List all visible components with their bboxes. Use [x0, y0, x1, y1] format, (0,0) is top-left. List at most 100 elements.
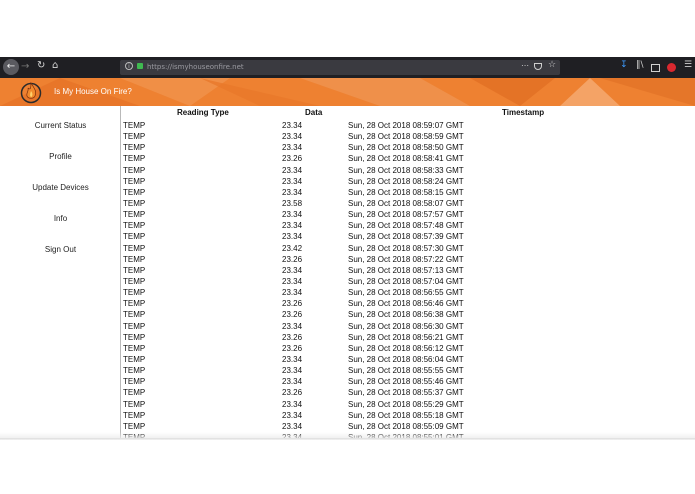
- data-value-cell: 23.34: [282, 165, 303, 175]
- timestamp-cell: Sun, 28 Oct 2018 08:55:29 GMT: [348, 399, 464, 409]
- data-value-cell: 23.26: [282, 332, 303, 342]
- reading-type-cell: TEMP: [123, 276, 146, 286]
- back-arrow-icon[interactable]: ←: [3, 59, 19, 75]
- timestamp-cell: Sun, 28 Oct 2018 08:55:37 GMT: [348, 388, 464, 398]
- reading-type-cell: TEMP: [123, 354, 146, 364]
- timestamp-cell: Sun, 28 Oct 2018 08:58:41 GMT: [348, 154, 464, 164]
- sidebar-icon[interactable]: [651, 64, 660, 72]
- timestamp-cell: Sun, 28 Oct 2018 08:57:57 GMT: [348, 210, 464, 220]
- timestamp-cell: Sun, 28 Oct 2018 08:55:46 GMT: [348, 377, 464, 387]
- site-title[interactable]: Is My House On Fire?: [54, 87, 132, 96]
- table-row: TEMP 23.34 Sun, 28 Oct 2018 08:57:48 GMT: [122, 220, 695, 231]
- table-row: TEMP 23.26 Sun, 28 Oct 2018 08:56:46 GMT: [122, 298, 695, 309]
- home-icon[interactable]: ⌂: [52, 61, 58, 71]
- timestamp-cell: Sun, 28 Oct 2018 08:57:39 GMT: [348, 232, 464, 242]
- timestamp-cell: Sun, 28 Oct 2018 08:56:38 GMT: [348, 310, 464, 320]
- reading-type-cell: TEMP: [123, 132, 146, 142]
- timestamp-cell: Sun, 28 Oct 2018 08:56:46 GMT: [348, 299, 464, 309]
- data-value-cell: 23.34: [282, 421, 303, 431]
- reading-type-cell: TEMP: [123, 154, 146, 164]
- page-actions-icon[interactable]: ⋯: [521, 61, 529, 70]
- reading-type-cell: TEMP: [123, 388, 146, 398]
- table-row: TEMP 23.34 Sun, 28 Oct 2018 08:56:55 GMT: [122, 287, 695, 298]
- data-value-cell: 23.26: [282, 299, 303, 309]
- reading-type-cell: TEMP: [123, 210, 146, 220]
- table-row: TEMP 23.34 Sun, 28 Oct 2018 08:55:09 GMT: [122, 421, 695, 432]
- data-value-cell: 23.58: [282, 198, 303, 208]
- timestamp-cell: Sun, 28 Oct 2018 08:56:30 GMT: [348, 321, 464, 331]
- table-row: TEMP 23.34 Sun, 28 Oct 2018 08:58:50 GMT: [122, 142, 695, 153]
- data-value-cell: 23.34: [282, 210, 303, 220]
- timestamp-cell: Sun, 28 Oct 2018 08:58:33 GMT: [348, 165, 464, 175]
- timestamp-cell: Sun, 28 Oct 2018 08:58:50 GMT: [348, 143, 464, 153]
- table-row: TEMP 23.34 Sun, 28 Oct 2018 08:57:13 GMT: [122, 265, 695, 276]
- reading-type-cell: TEMP: [123, 288, 146, 298]
- timestamp-cell: Sun, 28 Oct 2018 08:57:13 GMT: [348, 265, 464, 275]
- sidebar-item-profile[interactable]: Profile: [0, 152, 121, 161]
- data-value-cell: 23.34: [282, 265, 303, 275]
- reading-type-cell: TEMP: [123, 366, 146, 376]
- reading-type-cell: TEMP: [123, 121, 146, 130]
- table-row: TEMP 23.34 Sun, 28 Oct 2018 08:57:39 GMT: [122, 231, 695, 242]
- data-value-cell: 23.26: [282, 310, 303, 320]
- divider: [0, 438, 695, 439]
- flame-logo-icon[interactable]: [20, 80, 42, 104]
- reload-icon[interactable]: ↻: [37, 61, 45, 71]
- readings-table: Reading Type Data Timestamp TEMP 23.34 Sun…: [122, 106, 695, 438]
- data-value-cell: 23.34: [282, 187, 303, 197]
- sidebar-item-info[interactable]: Info: [0, 214, 121, 223]
- data-value-cell: 23.34: [282, 321, 303, 331]
- sidebar: Current Status Profile Update Devices In…: [0, 106, 121, 438]
- reading-type-cell: TEMP: [123, 232, 146, 242]
- table-row: TEMP 23.34 Sun, 28 Oct 2018 08:55:18 GMT: [122, 410, 695, 421]
- hamburger-menu-icon[interactable]: ☰: [684, 61, 692, 70]
- extension-icon[interactable]: [667, 63, 676, 72]
- site-header: Is My House On Fire?: [0, 78, 695, 106]
- download-icon[interactable]: ↧: [620, 61, 628, 70]
- data-value-cell: 23.34: [282, 232, 303, 242]
- data-value-cell: 23.26: [282, 388, 303, 398]
- column-header-data: Data: [305, 108, 323, 117]
- sidebar-item-update-devices[interactable]: Update Devices: [0, 183, 121, 192]
- table-row: TEMP 23.26 Sun, 28 Oct 2018 08:56:38 GMT: [122, 309, 695, 320]
- data-value-cell: 23.34: [282, 121, 303, 130]
- reading-type-cell: TEMP: [123, 198, 146, 208]
- timestamp-cell: Sun, 28 Oct 2018 08:58:59 GMT: [348, 132, 464, 142]
- data-value-cell: 23.34: [282, 410, 303, 420]
- pocket-icon[interactable]: [534, 63, 542, 70]
- reading-type-cell: TEMP: [123, 310, 146, 320]
- data-value-cell: 23.26: [282, 154, 303, 164]
- url-bar[interactable]: i https://ismyhouseonfire.net ⋯ ☆: [120, 60, 560, 75]
- reading-type-cell: TEMP: [123, 410, 146, 420]
- timestamp-cell: Sun, 28 Oct 2018 08:57:30 GMT: [348, 243, 464, 253]
- timestamp-cell: Sun, 28 Oct 2018 08:55:55 GMT: [348, 366, 464, 376]
- reading-type-cell: TEMP: [123, 143, 146, 153]
- reading-type-cell: TEMP: [123, 321, 146, 331]
- table-body: TEMP 23.34 Sun, 28 Oct 2018 08:59:07 GMT TE…: [122, 120, 695, 438]
- url-text[interactable]: https://ismyhouseonfire.net: [147, 61, 244, 73]
- reading-type-cell: TEMP: [123, 254, 146, 264]
- column-header-timestamp: Timestamp: [502, 108, 545, 117]
- table-row: TEMP 23.34 Sun, 28 Oct 2018 08:58:24 GMT: [122, 176, 695, 187]
- data-value-cell: 23.34: [282, 143, 303, 153]
- sidebar-item-current-status[interactable]: Current Status: [0, 121, 121, 130]
- timestamp-cell: Sun, 28 Oct 2018 08:56:55 GMT: [348, 288, 464, 298]
- table-row: TEMP 23.26 Sun, 28 Oct 2018 08:56:12 GMT: [122, 343, 695, 354]
- reading-type-cell: TEMP: [123, 221, 146, 231]
- reading-type-cell: TEMP: [123, 243, 146, 253]
- timestamp-cell: Sun, 28 Oct 2018 08:57:48 GMT: [348, 221, 464, 231]
- sidebar-item-sign-out[interactable]: Sign Out: [0, 245, 121, 254]
- data-value-cell: 23.34: [282, 132, 303, 142]
- bookmark-star-icon[interactable]: ☆: [548, 60, 556, 70]
- info-icon[interactable]: i: [125, 62, 133, 70]
- timestamp-cell: Sun, 28 Oct 2018 08:55:09 GMT: [348, 421, 464, 431]
- data-value-cell: 23.26: [282, 343, 303, 353]
- column-header-reading-type: Reading Type: [177, 108, 229, 117]
- data-value-cell: 23.34: [282, 176, 303, 186]
- reading-type-cell: TEMP: [123, 165, 146, 175]
- table-row: TEMP 23.34 Sun, 28 Oct 2018 08:58:15 GMT: [122, 187, 695, 198]
- data-value-cell: 23.34: [282, 377, 303, 387]
- library-icon[interactable]: ‖\: [636, 61, 644, 70]
- forward-arrow-icon[interactable]: →: [21, 62, 29, 72]
- table-row: TEMP 23.26 Sun, 28 Oct 2018 08:56:21 GMT: [122, 332, 695, 343]
